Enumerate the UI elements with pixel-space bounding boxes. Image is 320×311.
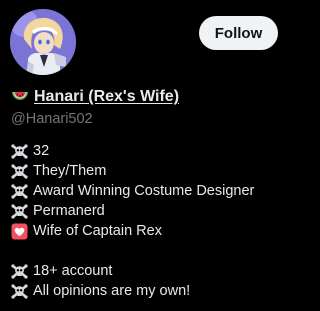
bio-line: 18+ account (11, 261, 281, 281)
bio-line: All opinions are my own! (11, 281, 281, 301)
bio-line: Award Winning Costume Designer (11, 181, 281, 201)
handle: @Hanari502 (11, 111, 93, 127)
bio-text: Award Winning Costume Designer (33, 183, 255, 199)
bio-text: All opinions are my own! (33, 283, 191, 299)
avatar-image (10, 9, 76, 75)
skull-crossbones-icon (11, 203, 28, 220)
bio: 32 They/Them Award Winning Costume Desig… (11, 141, 281, 301)
skull-crossbones-icon (11, 283, 28, 300)
profile-card: Follow Hanari (Rex's Wife) @Hanari502 32… (0, 0, 284, 311)
bio-line: They/Them (11, 161, 281, 181)
avatar[interactable] (10, 9, 76, 75)
bio-text: Wife of Captain Rex (33, 223, 162, 239)
bio-text: 32 (33, 143, 50, 159)
heart-icon (11, 223, 28, 240)
bio-text: 18+ account (33, 263, 113, 279)
display-name-row[interactable]: Hanari (Rex's Wife) (11, 86, 179, 108)
bio-line: Wife of Captain Rex (11, 221, 281, 241)
display-name[interactable]: Hanari (Rex's Wife) (34, 88, 179, 106)
skull-crossbones-icon (11, 163, 28, 180)
skull-crossbones-icon (11, 263, 28, 280)
bio-text: Permanerd (33, 203, 105, 219)
watermelon-icon (11, 89, 29, 105)
bio-spacer (11, 241, 281, 261)
bio-line: 32 (11, 141, 281, 161)
follow-button[interactable]: Follow (199, 16, 278, 50)
bio-text: They/Them (33, 163, 107, 179)
skull-crossbones-icon (11, 183, 28, 200)
bio-line: Permanerd (11, 201, 281, 221)
skull-crossbones-icon (11, 143, 28, 160)
